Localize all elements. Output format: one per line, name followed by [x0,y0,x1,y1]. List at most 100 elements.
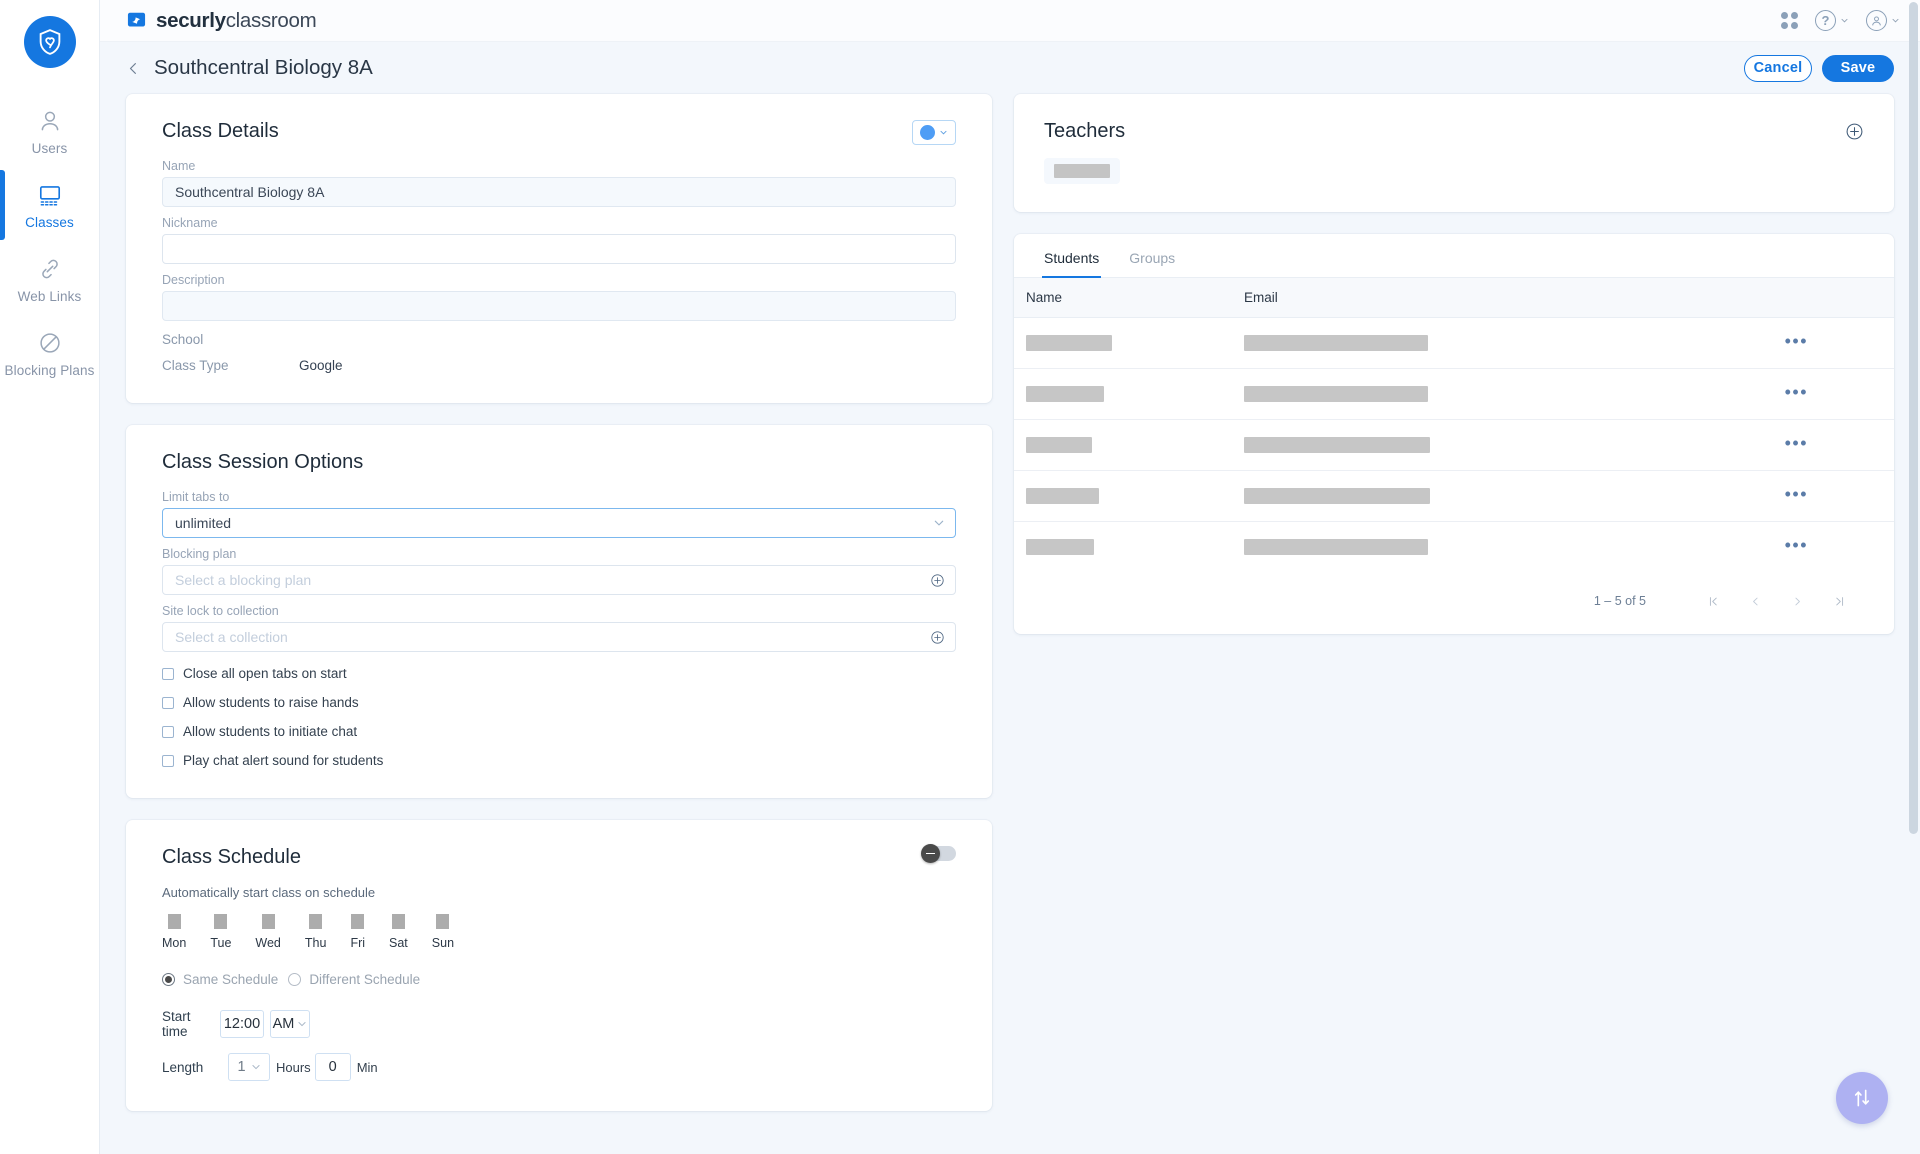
weekday-tue[interactable]: Tue [210,914,231,950]
limit-tabs-value: unlimited [175,515,232,531]
pagination-last-button[interactable] [1818,595,1860,608]
radio-different-schedule[interactable]: Different Schedule [288,972,420,987]
auto-start-label: Automatically start class on schedule [162,885,376,900]
last-page-icon [1835,596,1843,606]
page-title: Southcentral Biology 8A [154,56,373,79]
weekday-sun[interactable]: Sun [432,914,454,950]
block-circle-icon [39,333,60,353]
more-horizontal-icon[interactable]: ••• [1785,331,1808,351]
weekday-label: Sun [431,936,455,950]
schedule-enable-toggle[interactable] [921,844,956,863]
class-nickname-field: Nickname [162,216,956,264]
top-bar-actions: ? [1781,10,1900,31]
start-time-label: Start time [162,1009,191,1039]
sidebar-item-users[interactable]: Users [0,94,100,168]
weekday-sat[interactable]: Sat [389,914,408,950]
table-header-row: Name Email [1014,278,1894,318]
class-nickname-input[interactable] [162,234,956,264]
save-button[interactable]: Save [1822,54,1894,82]
limit-tabs-select[interactable]: unlimited [162,508,956,538]
checkbox-close-tabs[interactable]: Close all open tabs on start [162,666,956,681]
checkbox-raise-hands[interactable]: Allow students to raise hands [162,695,956,710]
table-row[interactable]: ••• [1014,419,1894,471]
more-horizontal-icon[interactable]: ••• [1785,484,1808,504]
checkbox-box [162,667,174,680]
sidebar-item-label: Users [31,141,68,156]
table-header: Name Email [1014,278,1894,318]
length-row: Length 1 Hours 0 Min [162,1053,956,1081]
cancel-button[interactable]: Cancel [1744,54,1812,82]
pagination-first-button[interactable] [1692,595,1734,608]
more-horizontal-icon[interactable]: ••• [1785,382,1808,402]
start-time-input[interactable]: 12:00 [220,1010,264,1038]
radio-same-schedule[interactable]: Same Schedule [162,972,278,987]
checkbox-label: Allow students to initiate chat [183,724,358,739]
chevron-down-icon [298,1022,306,1027]
more-horizontal-icon[interactable]: ••• [1785,433,1808,453]
checkbox-box [162,696,174,709]
student-email-placeholder [1244,386,1428,402]
page-actions: Cancel Save [1744,54,1894,82]
chevron-down-icon [251,1065,260,1070]
pagination-prev-button[interactable] [1734,595,1776,608]
table-row[interactable]: ••• [1014,317,1894,369]
radio-dot [162,973,175,986]
blocking-plan-select[interactable]: Select a blocking plan [162,565,956,595]
grid-apps-icon [1781,12,1788,19]
student-name-placeholder [1026,539,1094,555]
weekday-wed[interactable]: Wed [255,914,281,950]
sidebar-item-blocking-plans[interactable]: Blocking Plans [0,316,100,390]
pagination-next-button[interactable] [1776,595,1818,608]
scrollbar-thumb[interactable] [1909,2,1918,834]
tab-groups[interactable]: Groups [1127,234,1177,278]
weekday-checkbox [309,914,323,929]
securly-shield-logo[interactable] [23,16,76,68]
column-header-email: Email [1244,278,1704,318]
color-swatch [920,125,935,140]
chevron-left-icon [1752,597,1758,605]
back-button[interactable] [118,53,148,83]
class-description-input[interactable] [162,291,956,321]
primary-sidebar: Users Classes Web Links Blocking Plans [0,0,100,1154]
add-teacher-button[interactable] [1845,122,1864,141]
user-icon [41,111,58,131]
weekday-fri[interactable]: Fri [350,914,365,950]
site-lock-field: Site lock to collection Select a collect… [162,604,956,652]
teacher-chip[interactable] [1044,158,1120,184]
table-row[interactable]: ••• [1014,470,1894,522]
weekday-checkbox [351,914,365,929]
sidebar-item-classes[interactable]: Classes [0,168,100,242]
class-name-input[interactable]: Southcentral Biology 8A [162,177,956,207]
account-menu-button[interactable] [1866,10,1900,31]
app-launcher-button[interactable] [1781,12,1798,29]
brand-logo[interactable]: securlyclassroom [126,9,317,33]
class-type-label: Class Type [162,358,229,373]
weekday-mon[interactable]: Mon [162,914,186,950]
add-collection-button[interactable] [930,630,945,645]
tab-students[interactable]: Students [1042,234,1102,278]
table-row[interactable]: ••• [1014,522,1894,573]
page-scrollbar[interactable] [1909,0,1918,1154]
meridiem-select[interactable]: AM [270,1010,310,1038]
minutes-input[interactable]: 0 [314,1053,351,1081]
plus-circle-icon [931,630,944,644]
table-body: ••• ••• ••• ••• ••• [1014,317,1894,573]
sidebar-item-web-links[interactable]: Web Links [0,242,100,316]
first-page-icon [1709,596,1717,606]
weekday-thu[interactable]: Thu [305,914,326,950]
sidebar-item-label: Blocking Plans [4,363,95,378]
class-color-picker[interactable] [912,120,956,145]
hours-select[interactable]: 1 [228,1053,270,1081]
scroll-jump-fab[interactable] [1836,1072,1888,1124]
student-name-placeholder [1026,488,1099,504]
student-email-placeholder [1244,335,1428,351]
chevron-down-icon [940,130,947,135]
column-header-name: Name [1014,278,1244,318]
checkbox-initiate-chat[interactable]: Allow students to initiate chat [162,724,956,739]
more-horizontal-icon[interactable]: ••• [1785,535,1808,555]
help-menu-button[interactable]: ? [1815,10,1849,31]
checkbox-chat-alert-sound[interactable]: Play chat alert sound for students [162,753,956,768]
add-blocking-plan-button[interactable] [930,573,945,588]
site-lock-select[interactable]: Select a collection [162,622,956,652]
table-row[interactable]: ••• [1014,368,1894,420]
